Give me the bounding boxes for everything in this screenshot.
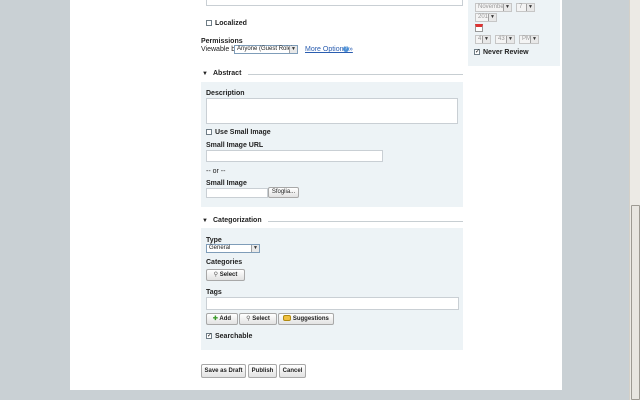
categorization-header[interactable]: ▼ Categorization (202, 217, 262, 224)
never-review-label: Never Review (483, 49, 529, 56)
viewable-by-select[interactable]: Anyone (Guest Role) ▼ (234, 45, 298, 54)
vertical-scrollbar[interactable] (629, 0, 640, 400)
scrollbar-thumb[interactable] (631, 205, 640, 400)
day-select[interactable]: 7 ▼ (516, 3, 535, 12)
chevron-down-icon: ▼ (506, 36, 514, 43)
magnifier-icon: ⚲ (213, 272, 219, 278)
small-image-url-label: Small Image URL (206, 142, 264, 149)
description-label: Description (206, 90, 245, 97)
content-editor-bottom[interactable] (206, 0, 463, 6)
type-value: General (209, 245, 231, 251)
section-divider (248, 74, 463, 75)
collapse-triangle-icon: ▼ (202, 218, 208, 224)
suggestions-label: Suggestions (292, 316, 329, 322)
searchable-checkbox[interactable]: ✓ (206, 333, 212, 339)
chevron-down-icon: ▼ (488, 14, 496, 21)
or-separator: -- or -- (206, 168, 226, 175)
add-tag-button[interactable]: ✚ Add (206, 313, 238, 325)
save-as-draft-button[interactable]: Save as Draft (201, 364, 246, 378)
small-image-file-input[interactable] (206, 188, 268, 198)
abstract-title: Abstract (213, 70, 242, 77)
form-page: Localized Permissions Viewable by Anyone… (70, 0, 562, 390)
chevron-down-icon: ▼ (289, 46, 297, 53)
select-tags-button[interactable]: ⚲ Select (239, 313, 277, 325)
viewable-by-value: Anyone (Guest Role) (237, 46, 294, 52)
abstract-header[interactable]: ▼ Abstract (202, 70, 241, 77)
cancel-button[interactable]: Cancel (279, 364, 306, 378)
viewable-by-label: Viewable by (201, 46, 239, 53)
calendar-icon[interactable] (475, 24, 483, 32)
plus-icon: ✚ (212, 316, 218, 322)
year-select[interactable]: 2011 ▼ (475, 13, 497, 22)
collapse-triangle-icon: ▼ (202, 71, 208, 77)
select-tags-label: Select (252, 316, 270, 322)
tags-label: Tags (206, 289, 222, 296)
publish-button[interactable]: Publish (248, 364, 277, 378)
minute-select[interactable]: 43 ▼ (495, 35, 515, 44)
never-review-checkbox[interactable]: ✓ (474, 49, 480, 55)
type-select[interactable]: General ▼ (206, 244, 260, 253)
use-small-image-label: Use Small Image (215, 129, 271, 136)
browse-button[interactable]: Sfoglia... (268, 187, 299, 198)
help-icon[interactable]: ? (343, 46, 349, 52)
categories-label: Categories (206, 259, 243, 266)
speech-bubble-icon (283, 315, 292, 322)
chevron-down-icon: ▼ (482, 36, 490, 43)
suggestions-button[interactable]: Suggestions (278, 313, 334, 325)
tags-input[interactable] (206, 297, 459, 310)
type-label: Type (206, 237, 222, 244)
searchable-label: Searchable (215, 333, 253, 340)
localized-label: Localized (215, 20, 247, 27)
use-small-image-checkbox[interactable] (206, 129, 212, 135)
hour-select[interactable]: 4 ▼ (475, 35, 491, 44)
chevron-down-icon: ▼ (526, 4, 534, 11)
magnifier-icon: ⚲ (246, 316, 251, 322)
categories-select-label: Select (219, 272, 238, 278)
ampm-select[interactable]: PM ▼ (519, 35, 539, 44)
chevron-down-icon: ▼ (251, 245, 259, 252)
month-select[interactable]: November ▼ (475, 3, 512, 12)
chevron-down-icon: ▼ (503, 4, 511, 11)
description-textarea[interactable] (206, 98, 458, 124)
localized-checkbox[interactable] (206, 20, 212, 26)
categorization-title: Categorization (213, 217, 262, 224)
section-divider (268, 221, 463, 222)
add-tag-label: Add (219, 316, 232, 322)
permissions-title: Permissions (201, 38, 243, 45)
categories-select-button[interactable]: ⚲ Select (206, 269, 245, 281)
chevron-down-icon: ▼ (530, 36, 538, 43)
small-image-label: Small Image (206, 180, 247, 187)
small-image-url-input[interactable] (206, 150, 383, 162)
